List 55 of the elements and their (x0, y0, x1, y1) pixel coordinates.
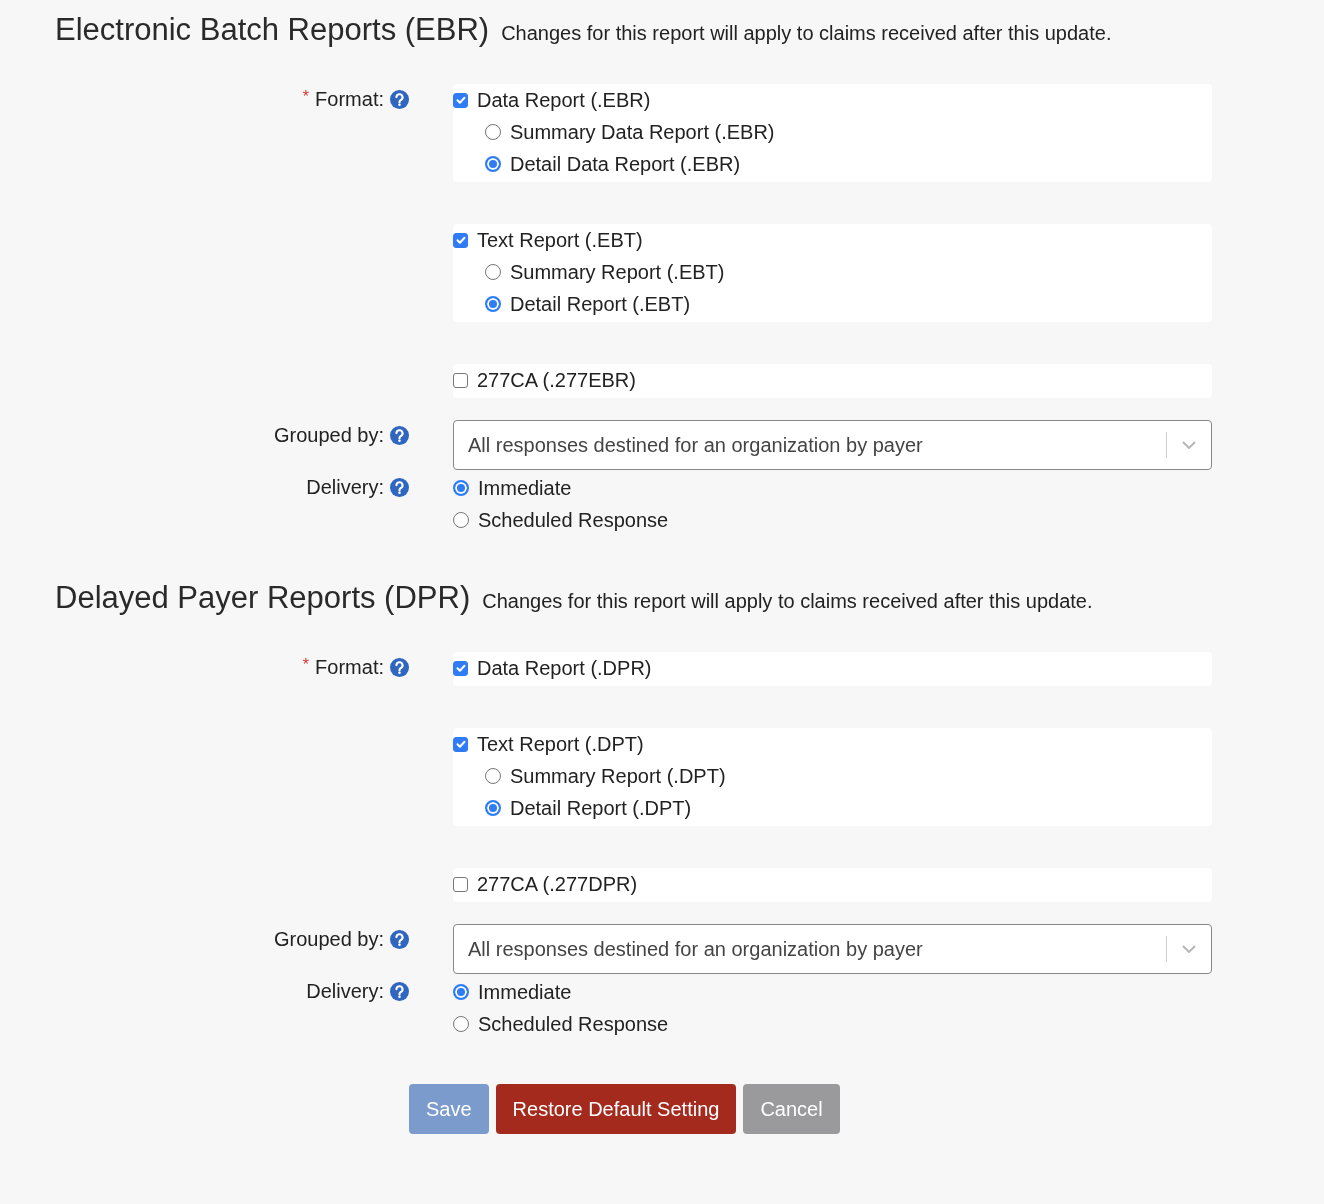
radio-button[interactable] (485, 124, 501, 140)
help-icon[interactable] (390, 478, 409, 497)
grouped-by-dropdown[interactable]: All responses destined for an organization by payer (453, 420, 1212, 470)
section-title: Electronic Batch Reports (EBR) (55, 12, 490, 48)
field-label: Format: (315, 88, 384, 111)
checkbox[interactable] (453, 232, 468, 248)
radio-button[interactable] (453, 984, 469, 1000)
radio-option[interactable]: Immediate (453, 976, 572, 1008)
radio-option[interactable]: Summary Report (.DPT) (453, 760, 726, 792)
field-label: Grouped by: (273, 928, 384, 951)
checkbox-option[interactable]: 277CA (.277EBR) (453, 364, 636, 396)
radio-button[interactable] (453, 1016, 469, 1032)
section-title: Delayed Payer Reports (DPR) (55, 580, 471, 616)
checkbox[interactable] (453, 372, 468, 388)
help-icon[interactable] (390, 426, 409, 445)
chevron-down-icon (1181, 440, 1197, 450)
section-note: Changes for this report will apply to claims received after this update. (482, 590, 1093, 613)
radio-option[interactable]: Detail Report (.EBT) (453, 288, 691, 320)
help-icon[interactable] (390, 90, 409, 109)
checkbox-option[interactable]: Data Report (.EBR) (453, 84, 651, 116)
checkbox-option[interactable]: Text Report (.DPT) (453, 728, 644, 760)
checkbox-option[interactable]: 277CA (.277DPR) (453, 868, 638, 900)
radio-button[interactable] (453, 480, 469, 496)
field-label: Delivery: (306, 980, 384, 1003)
field-label: Grouped by: (273, 424, 384, 447)
checkbox-option[interactable]: Text Report (.EBT) (453, 224, 643, 256)
help-icon[interactable] (390, 658, 409, 677)
radio-option[interactable]: Scheduled Response (453, 1008, 669, 1040)
radio-option[interactable]: Summary Report (.EBT) (453, 256, 725, 288)
radio-option[interactable]: Detail Data Report (.EBR) (453, 148, 741, 180)
action-button[interactable]: Restore Default Setting (495, 1084, 737, 1134)
radio-button[interactable] (485, 156, 501, 172)
required-marker: * (302, 88, 310, 106)
checkbox[interactable] (453, 876, 468, 892)
section-note: Changes for this report will apply to claims received after this update. (501, 22, 1112, 45)
grouped-by-dropdown[interactable]: All responses destined for an organization by payer (453, 924, 1212, 974)
checkbox[interactable] (453, 92, 468, 108)
checkbox[interactable] (453, 660, 468, 676)
radio-button[interactable] (453, 512, 469, 528)
radio-button[interactable] (485, 768, 501, 784)
checkbox[interactable] (453, 736, 468, 752)
chevron-down-icon (1181, 944, 1197, 954)
help-icon[interactable] (390, 930, 409, 949)
field-label: Format: (315, 656, 384, 679)
radio-button[interactable] (485, 296, 501, 312)
radio-button[interactable] (485, 800, 501, 816)
radio-option[interactable]: Summary Data Report (.EBR) (453, 116, 775, 148)
radio-option[interactable]: Detail Report (.DPT) (453, 792, 692, 824)
checkbox-option[interactable]: Data Report (.DPR) (453, 652, 652, 684)
help-icon[interactable] (390, 982, 409, 1001)
radio-button[interactable] (485, 264, 501, 280)
field-label: Delivery: (306, 476, 384, 499)
radio-option[interactable]: Scheduled Response (453, 504, 669, 536)
radio-option[interactable]: Immediate (453, 472, 572, 504)
required-marker: * (302, 656, 310, 674)
